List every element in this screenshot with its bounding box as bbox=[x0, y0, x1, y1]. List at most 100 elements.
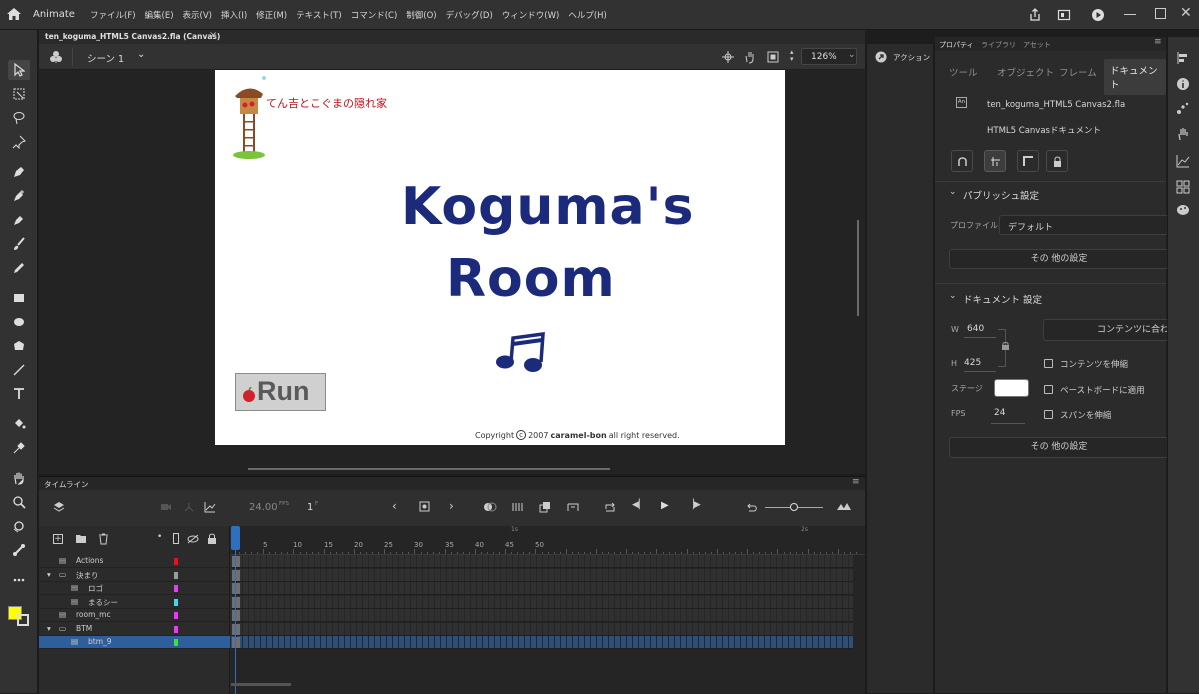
motion-presets-icon[interactable] bbox=[1176, 101, 1192, 117]
current-frame-value[interactable]: 1 bbox=[307, 502, 313, 513]
pasteboard-checkbox[interactable] bbox=[1044, 385, 1053, 394]
rotation-icon[interactable] bbox=[743, 50, 757, 64]
scene-icon[interactable] bbox=[49, 50, 63, 64]
actions-icon[interactable] bbox=[875, 51, 887, 63]
stage-color-swatch[interactable] bbox=[994, 379, 1029, 397]
rectangle-tool-icon[interactable] bbox=[8, 288, 30, 308]
layer-name[interactable]: ロゴ bbox=[88, 583, 103, 594]
align-panel-icon[interactable] bbox=[1176, 51, 1192, 67]
keyframe[interactable] bbox=[232, 610, 240, 621]
edit-multiple-frames-icon[interactable] bbox=[511, 501, 523, 513]
subtab-tool[interactable]: ツール bbox=[949, 65, 978, 79]
frame-row[interactable] bbox=[231, 636, 853, 649]
subselect-tool-icon[interactable] bbox=[8, 210, 30, 230]
lock-all-icon[interactable] bbox=[207, 533, 217, 544]
graph-icon[interactable] bbox=[204, 501, 216, 513]
frame-row[interactable] bbox=[231, 595, 853, 609]
delete-layer-icon[interactable] bbox=[98, 533, 109, 545]
share-icon[interactable] bbox=[1028, 8, 1042, 22]
polystar-tool-icon[interactable] bbox=[8, 336, 30, 356]
lock-guides-icon[interactable] bbox=[1046, 150, 1068, 172]
publish-section-chevron-icon[interactable]: ⌄ bbox=[949, 187, 957, 197]
lasso-tool-icon[interactable] bbox=[8, 108, 30, 128]
convert-frames-icon[interactable] bbox=[539, 501, 551, 513]
layer-color-swatch[interactable] bbox=[174, 625, 178, 633]
frame-grid[interactable] bbox=[231, 555, 865, 649]
insert-keyframe-icon[interactable] bbox=[419, 501, 431, 513]
close-icon[interactable]: ✕ bbox=[1180, 5, 1192, 21]
menu-file[interactable]: ファイル(F) bbox=[90, 9, 136, 21]
horizontal-scrollbar[interactable] bbox=[248, 468, 610, 470]
layer-color-swatch[interactable] bbox=[174, 612, 178, 619]
keyframe[interactable] bbox=[232, 637, 240, 648]
frame-row[interactable] bbox=[231, 609, 853, 622]
add-folder-icon[interactable] bbox=[75, 534, 87, 544]
zoom-tool-icon[interactable] bbox=[8, 492, 30, 512]
tab-assets[interactable]: アセット bbox=[1023, 40, 1051, 50]
line-tool-icon[interactable] bbox=[8, 360, 30, 380]
guides-icon[interactable] bbox=[984, 150, 1006, 172]
keyframe[interactable] bbox=[232, 596, 240, 608]
brush-tool-icon[interactable] bbox=[8, 234, 30, 254]
undo-zoom-icon[interactable] bbox=[745, 501, 757, 513]
menu-insert[interactable]: 挿入(I) bbox=[221, 9, 247, 21]
stroke-color-swatch[interactable] bbox=[17, 614, 29, 626]
onion-skin-icon[interactable] bbox=[483, 501, 497, 513]
layer-color-swatch[interactable] bbox=[174, 639, 178, 646]
more-settings-button[interactable]: その 他の設定 bbox=[949, 249, 1169, 269]
panel-menu-icon[interactable]: ≡ bbox=[852, 477, 860, 487]
add-layer-icon[interactable]: + bbox=[53, 534, 63, 544]
layers-icon[interactable] bbox=[53, 501, 65, 513]
rulers-icon[interactable] bbox=[1017, 150, 1039, 172]
keyframe[interactable] bbox=[232, 569, 240, 581]
layer-name[interactable]: BTM bbox=[76, 624, 92, 633]
run-button[interactable]: Run bbox=[235, 373, 326, 411]
layer-name[interactable]: btm_9 bbox=[88, 637, 112, 646]
eyedropper-tool-icon[interactable] bbox=[8, 438, 30, 458]
add-anchor-tool-icon[interactable] bbox=[8, 186, 30, 206]
publish-section-header[interactable]: パブリッシュ設定 bbox=[963, 188, 1039, 202]
profile-dropdown[interactable]: デフォルト bbox=[999, 215, 1169, 235]
hide-all-icon[interactable] bbox=[187, 534, 199, 544]
document-section-header[interactable]: ドキュメント 設定 bbox=[963, 292, 1042, 306]
subtab-frame[interactable]: フレーム bbox=[1059, 65, 1097, 79]
layer-row[interactable]: ▤ ロゴ bbox=[39, 582, 230, 595]
play-icon[interactable]: ▶ bbox=[661, 500, 669, 511]
fit-content-button[interactable]: コンテンツに合わ bbox=[1043, 319, 1169, 341]
menu-text[interactable]: テキスト(T) bbox=[296, 9, 342, 21]
next-keyframe-icon[interactable]: › bbox=[449, 499, 454, 513]
layer-name[interactable]: Actions bbox=[76, 556, 103, 565]
zoom-field[interactable]: 126% ⌄ bbox=[801, 48, 857, 65]
timeline-hscroll[interactable] bbox=[231, 683, 291, 686]
menu-view[interactable]: 表示(V) bbox=[183, 9, 212, 21]
frame-row[interactable] bbox=[231, 555, 853, 568]
subtab-document[interactable]: ドキュメント bbox=[1104, 59, 1166, 95]
home-icon[interactable] bbox=[6, 7, 22, 21]
menu-edit[interactable]: 編集(E) bbox=[145, 9, 174, 21]
timeline-zoom-handle[interactable] bbox=[790, 503, 798, 511]
keyframe[interactable] bbox=[232, 556, 240, 567]
link-dimensions-icon[interactable] bbox=[1001, 341, 1010, 351]
outline-all-icon[interactable] bbox=[173, 533, 179, 544]
clip-content-icon[interactable] bbox=[766, 50, 780, 64]
tab-library[interactable]: ライブラリ bbox=[981, 40, 1016, 50]
layer-name[interactable]: まるシー bbox=[88, 597, 118, 608]
prev-keyframe-icon[interactable]: ‹ bbox=[392, 499, 397, 513]
zoom-stepper-icon[interactable]: ▴ ▾ bbox=[790, 49, 798, 65]
motion-editor-icon[interactable] bbox=[1176, 154, 1192, 170]
layer-name[interactable]: room_mc bbox=[76, 610, 111, 619]
menu-window[interactable]: ウィンドウ(W) bbox=[502, 9, 560, 21]
tab-properties[interactable]: プロパティ bbox=[939, 40, 974, 50]
layer-row[interactable]: ▾ ▭ BTM bbox=[39, 623, 230, 636]
loop-icon[interactable] bbox=[604, 501, 616, 513]
step-forward-icon[interactable]: ▕▶ bbox=[687, 500, 701, 510]
subtab-object[interactable]: オブジェクト bbox=[997, 65, 1054, 79]
test-movie-icon[interactable] bbox=[1091, 8, 1105, 22]
fps-value[interactable]: 24.00 bbox=[249, 502, 278, 513]
menu-modify[interactable]: 修正(M) bbox=[256, 9, 287, 21]
scale-content-checkbox[interactable] bbox=[1044, 359, 1053, 368]
tool-settings-icon[interactable] bbox=[1176, 127, 1192, 143]
minimize-icon[interactable] bbox=[1124, 14, 1136, 15]
insert-blank-keyframe-icon[interactable] bbox=[567, 501, 579, 513]
pen-tool-icon[interactable] bbox=[8, 162, 30, 182]
